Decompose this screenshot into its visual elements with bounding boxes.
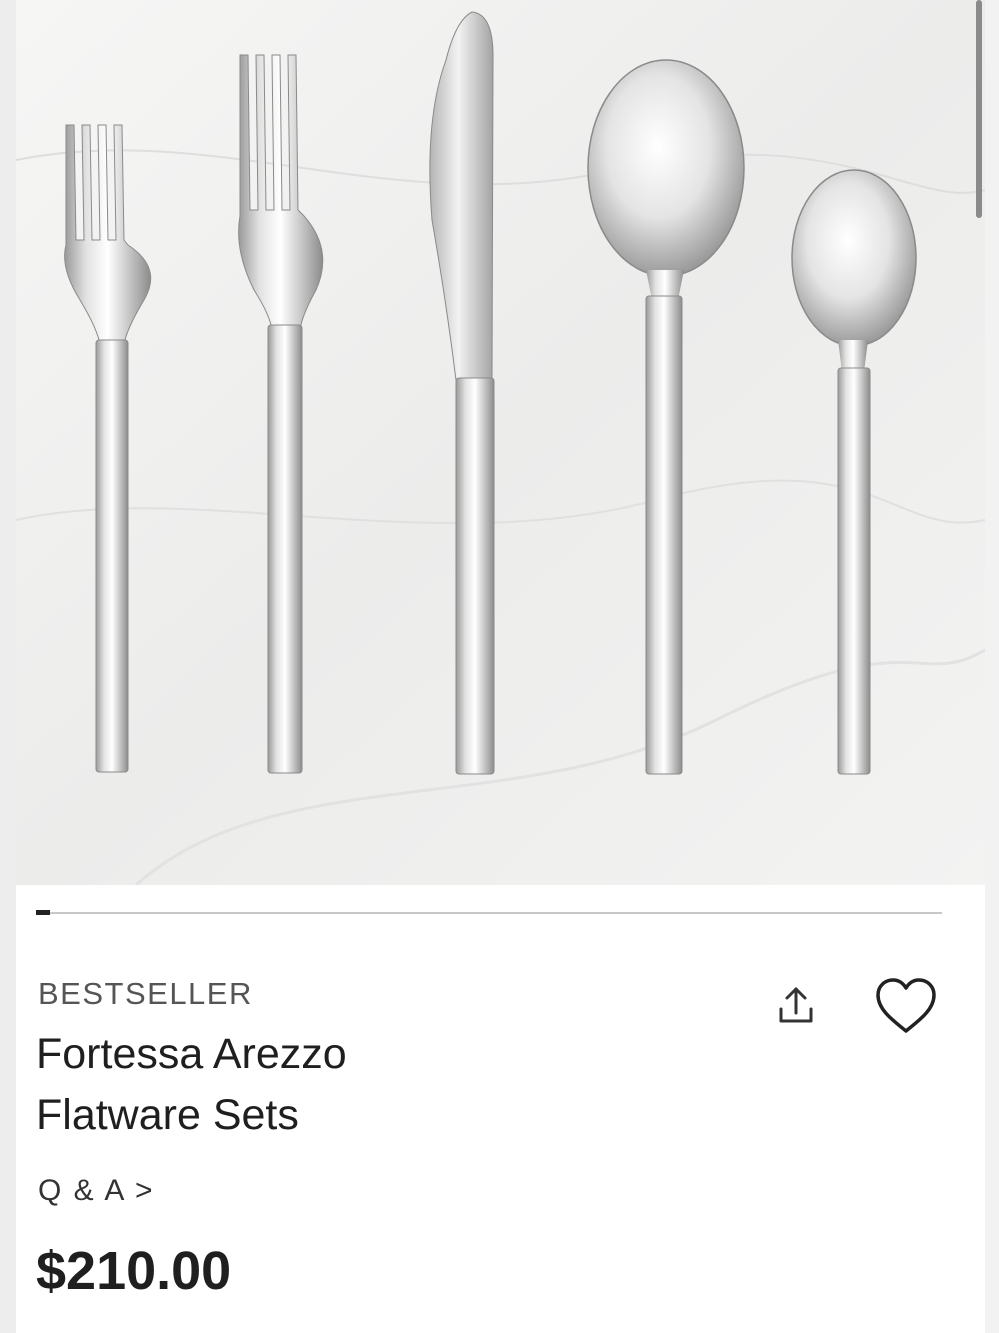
scroll-indicator[interactable] bbox=[976, 0, 982, 218]
product-page: BESTSELLER Fortessa Arezzo Flatware Sets… bbox=[0, 0, 999, 1333]
share-icon bbox=[773, 983, 819, 1034]
right-edge bbox=[985, 0, 999, 1333]
favorite-button[interactable] bbox=[870, 976, 942, 1042]
left-edge bbox=[0, 0, 16, 1333]
product-title: Fortessa Arezzo Flatware Sets bbox=[36, 1030, 347, 1139]
product-image[interactable] bbox=[16, 0, 985, 885]
carousel-progress-track[interactable] bbox=[36, 912, 942, 914]
product-price: $210.00 bbox=[36, 1241, 232, 1301]
qa-link[interactable]: Q & A > bbox=[38, 1174, 155, 1208]
share-button[interactable] bbox=[770, 982, 822, 1034]
heart-icon bbox=[873, 977, 939, 1042]
bestseller-badge: BESTSELLER bbox=[38, 976, 253, 1011]
carousel-progress-thumb[interactable] bbox=[36, 910, 50, 915]
